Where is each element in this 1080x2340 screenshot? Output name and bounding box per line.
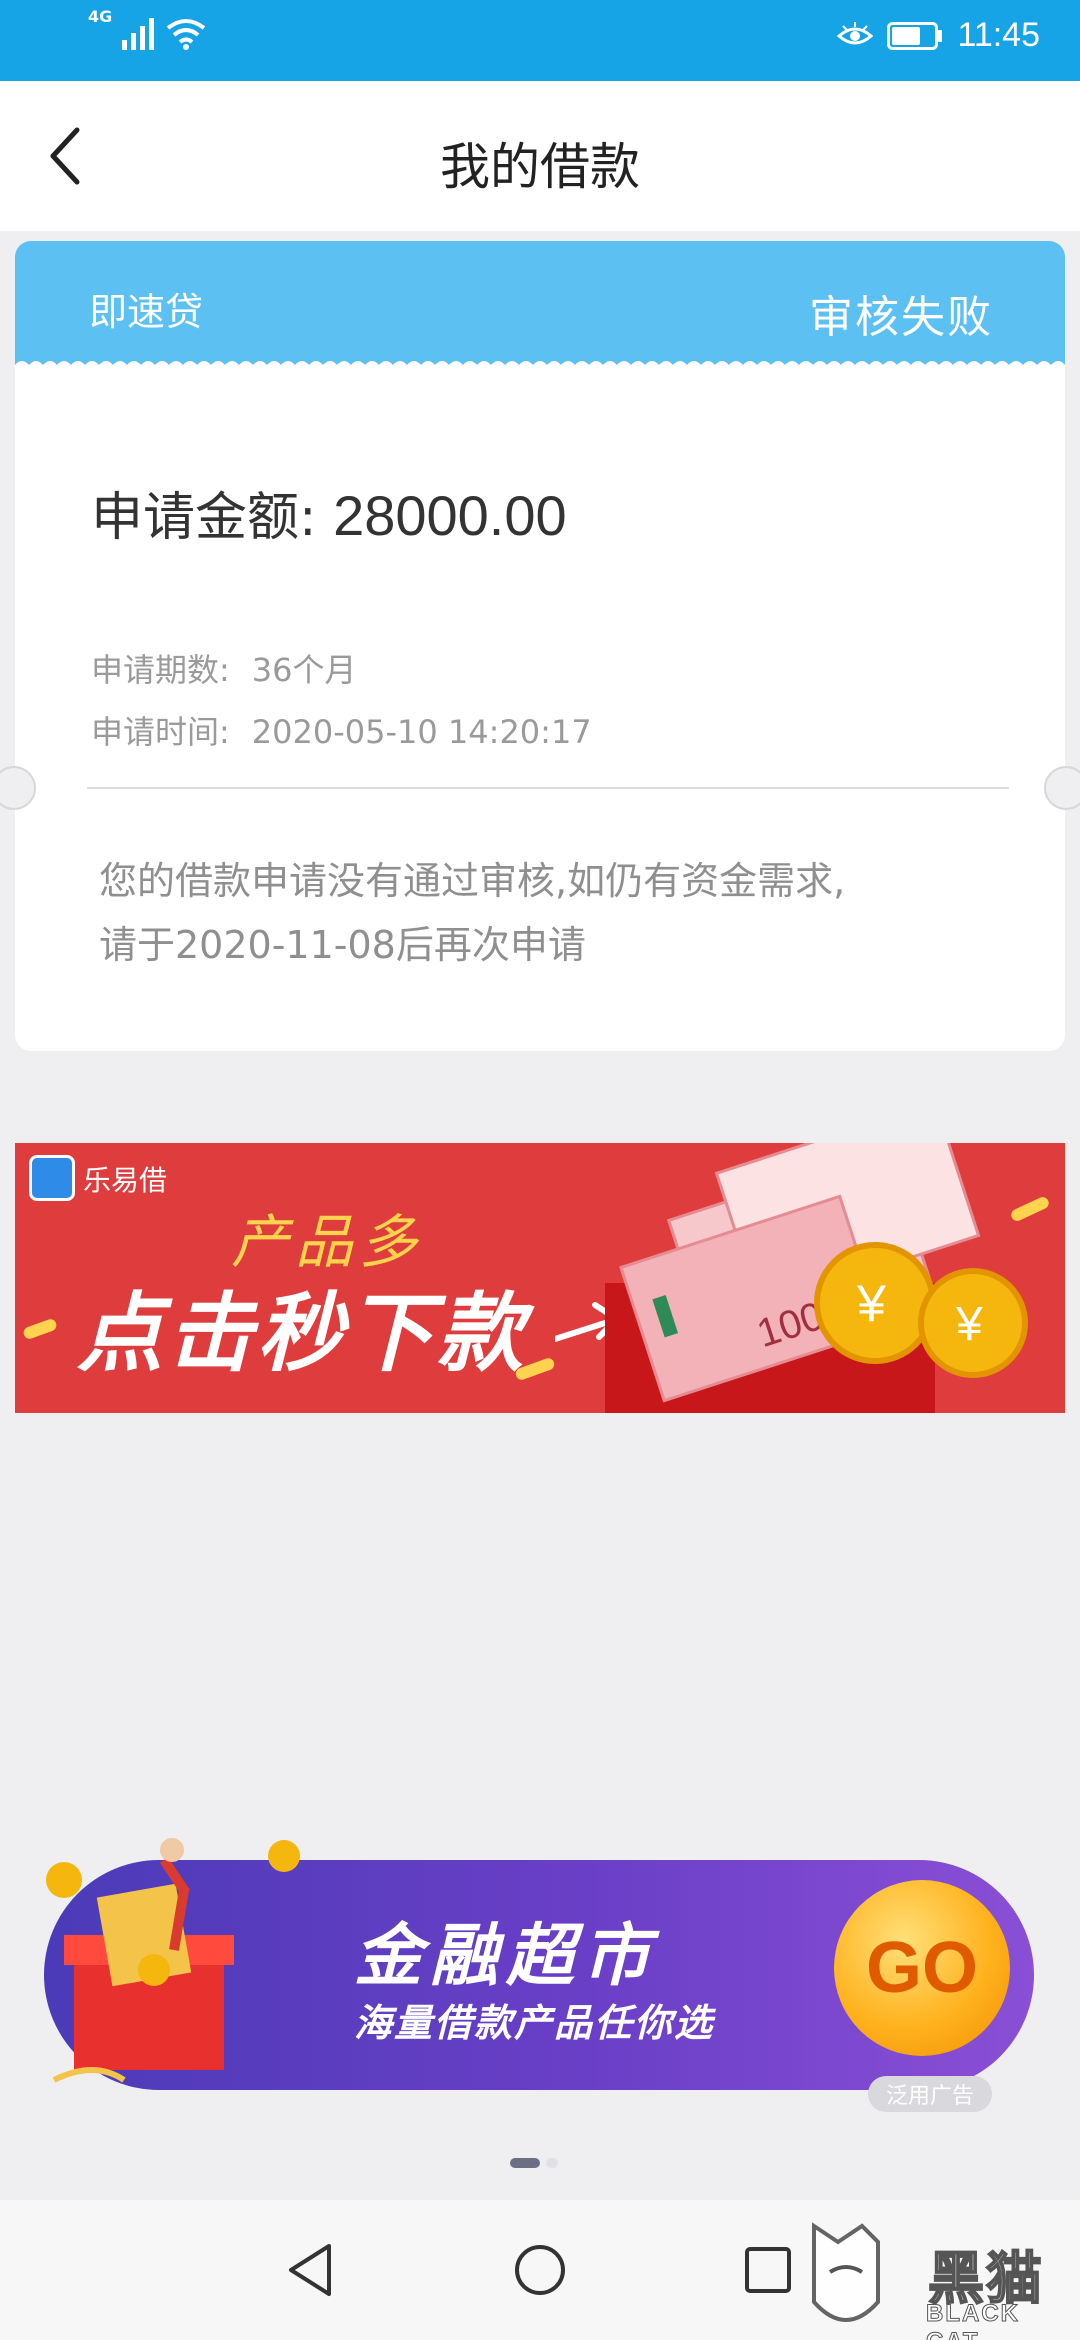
term-label: 申请期数:: [91, 651, 230, 689]
status-badge: 审核失败: [809, 292, 993, 343]
wifi-icon: [167, 19, 206, 50]
product-name: 即速贷: [89, 290, 204, 334]
battery-icon: [887, 21, 943, 50]
time-row: 申请时间: 2020-05-10 14:20:17: [91, 707, 592, 753]
notice-line-1: 您的借款申请没有通过审核,如仍有资金需求,: [99, 859, 846, 903]
network-type: 4G: [88, 7, 113, 26]
finance-market-banner[interactable]: 金融超市 海量借款产品任你选 GO: [44, 1838, 1034, 2090]
home-circle-icon: [515, 2245, 565, 2295]
rejection-notice: 您的借款申请没有通过审核,如仍有资金需求, 请于2020-11-08后再次申请: [99, 849, 999, 977]
status-right: 11:45: [837, 16, 1040, 55]
coin-symbol-2: ¥: [955, 1298, 983, 1351]
signal-icon: [122, 18, 155, 50]
carousel-dot: [546, 2158, 558, 2168]
confetti-decoration: [23, 1319, 555, 1380]
money-envelope-illustration: 100 ¥ ¥: [605, 1143, 1049, 1413]
nav-back-button[interactable]: [278, 2238, 342, 2302]
back-triangle-icon: [289, 2244, 331, 2296]
eye-comfort-icon: [837, 21, 874, 44]
finance-banner-title: 金融超市: [354, 1917, 659, 1996]
title-bar: 我的借款: [0, 81, 1080, 231]
ad-tag: 泛用广告: [868, 2076, 992, 2112]
notice-line-2: 请于2020-11-08后再次申请: [99, 923, 586, 967]
nav-recents-button[interactable]: [736, 2238, 800, 2302]
loan-card-header: 即速贷 审核失败: [15, 241, 1065, 365]
time-value: 2020-05-10 14:20:17: [251, 713, 592, 751]
loan-ad-banner[interactable]: 乐易借 产品多 点击秒下款 100 ¥ ¥: [15, 1143, 1065, 1413]
coin-symbol-1: ¥: [856, 1275, 886, 1333]
scalloped-edge: [15, 361, 1065, 373]
status-bar: 4G 11:45: [0, 0, 1080, 81]
term-value: 36个月: [251, 651, 357, 689]
time-label: 申请时间:: [91, 713, 230, 751]
clock: 11:45: [957, 16, 1040, 54]
page-title: 我的借款: [440, 138, 640, 196]
status-left: 4G: [88, 7, 206, 50]
gift-box-illustration: [46, 1838, 300, 2083]
finance-banner-subtitle: 海量借款产品任你选: [354, 2001, 715, 2045]
term-row: 申请期数: 36个月: [91, 645, 357, 691]
carousel-indicator: [510, 2158, 558, 2168]
recents-square-icon: [745, 2247, 791, 2293]
watermark-sub: BLACK CAT: [926, 2300, 1020, 2340]
go-button[interactable]: GO: [834, 1880, 1010, 2056]
carousel-dot-active: [510, 2158, 540, 2168]
card-divider: [87, 787, 1009, 789]
card-notch-right: [1044, 766, 1080, 810]
amount-label: 申请金额:: [91, 488, 317, 548]
nav-home-button[interactable]: [508, 2238, 572, 2302]
loan-card[interactable]: 即速贷 审核失败 申请金额: 28000.00 申请期数: 36个月 申请时间: 2…: [15, 241, 1065, 1051]
amount-row: 申请金额: 28000.00: [91, 475, 567, 550]
amount-value: 28000.00: [333, 484, 567, 547]
